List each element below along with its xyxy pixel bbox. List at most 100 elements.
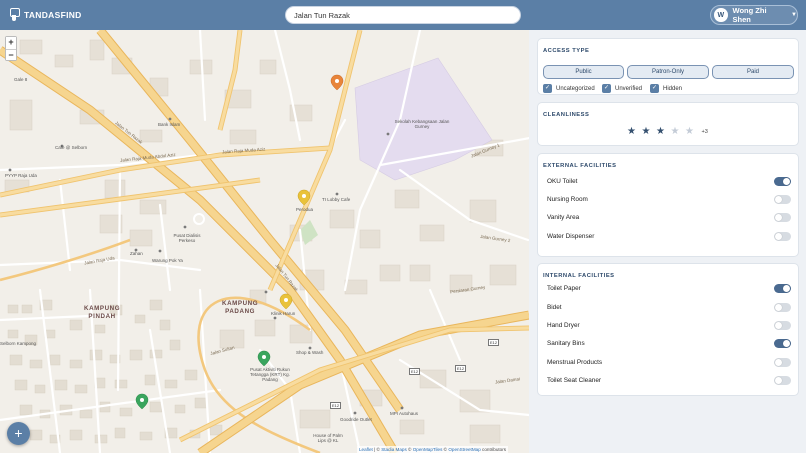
check-icon: ✓: [602, 84, 611, 93]
internal-facilities-title: INTERNAL FACILITIES: [543, 273, 615, 279]
external-facilities-card: EXTERNAL FACILITIES OKU Toilet Nursing R…: [537, 153, 799, 257]
poi-label: House of Palm Lips @ KL: [313, 433, 343, 443]
cleanliness-card: CLEANLINESS ★ ★ ★ ★ ★ +3: [537, 102, 799, 146]
poi-label: Perodua: [296, 207, 314, 212]
menstrual-products-toggle[interactable]: [774, 358, 791, 367]
zoom-in-button[interactable]: +: [6, 37, 16, 49]
check-icon: ✓: [650, 84, 659, 93]
highway-shield: E12: [488, 339, 500, 346]
poi-label: Bank Islam: [158, 122, 181, 127]
uncategorized-checkbox[interactable]: ✓ Uncategorized: [543, 84, 595, 93]
facility-row-hand-dryer: Hand Dryer: [547, 321, 791, 333]
facility-label: Vanity Area: [547, 214, 580, 221]
sanitary-bins-toggle[interactable]: [774, 339, 791, 348]
toilet-logo-icon: [9, 8, 20, 21]
facility-row-toilet-paper: Toilet Paper: [547, 284, 791, 296]
facility-row-toilet-seat-cleaner: Toilet Seat Cleaner: [547, 376, 791, 388]
facility-label: Sanitary Bins: [547, 340, 585, 347]
rating-suffix: +3: [701, 129, 708, 135]
poi-label: Klinik Harun: [271, 311, 296, 316]
highway-shield: E12: [409, 368, 421, 375]
bidet-toggle[interactable]: [774, 303, 791, 312]
water-dispenser-toggle[interactable]: [774, 232, 791, 241]
facility-label: OKU Toilet: [547, 178, 578, 185]
poi-label: Cafe @ Selborn: [55, 145, 88, 150]
cleanliness-rating: ★ ★ ★ ★ ★ +3: [627, 127, 708, 137]
facility-row-menstrual-products: Menstrual Products: [547, 358, 791, 370]
highway-shield: E12: [330, 402, 342, 409]
checkbox-label: Hidden: [663, 85, 683, 92]
stadia-link[interactable]: Stadia Maps: [381, 447, 407, 452]
app-header: TANDASFIND W Wong Zhi Shen ▼: [0, 0, 806, 30]
toilet-seat-cleaner-toggle[interactable]: [774, 376, 791, 385]
avatar: W: [714, 8, 728, 22]
map-tiles: [0, 30, 529, 453]
map-view[interactable]: KAMPUNG PINDAH KAMPUNG PADANG Jalan Tun Ra…: [0, 30, 529, 453]
area-label: KAMPUNG PADANG: [222, 300, 259, 315]
star-icon[interactable]: ★: [627, 127, 642, 137]
poi-label: Gale 8: [14, 77, 28, 82]
poi-label: Shop & Wash: [296, 350, 324, 355]
internal-facilities-card: INTERNAL FACILITIES Toilet Paper Bidet H…: [537, 263, 799, 396]
facility-label: Toilet Seat Cleaner: [547, 377, 601, 384]
poi-label: Goodride Outlet: [340, 417, 372, 422]
map-attribution: Leaflet | © Stadia Maps © OpenMapTiles ©…: [357, 446, 509, 453]
poi-label: Sekolah Kebangsaan Jalan Gurney: [394, 119, 450, 129]
hand-dryer-toggle[interactable]: [774, 321, 791, 330]
vanity-area-toggle[interactable]: [774, 213, 791, 222]
facility-label: Menstrual Products: [547, 359, 603, 366]
facility-row-vanity-area: Vanity Area: [547, 213, 791, 225]
external-facilities-title: EXTERNAL FACILITIES: [543, 163, 617, 169]
brand[interactable]: TANDASFIND: [9, 8, 82, 21]
leaflet-link[interactable]: Leaflet: [359, 447, 373, 452]
poi-label: TI Lobby Cafe: [322, 197, 351, 202]
facility-row-water-dispenser: Water Dispenser: [547, 232, 791, 244]
star-icon[interactable]: ★: [642, 127, 657, 137]
user-menu-button[interactable]: W Wong Zhi Shen ▼: [710, 5, 798, 25]
facility-label: Nursing Room: [547, 196, 588, 203]
cleanliness-title: CLEANLINESS: [543, 112, 590, 118]
checkbox-label: Unverified: [615, 85, 643, 92]
highway-shield: E12: [455, 365, 467, 372]
poi-label: Warung Pok Ya: [152, 258, 183, 263]
poi-label: Pusat Aktiviti Rukun Tetangga (KRT) Kg. …: [250, 367, 290, 382]
hidden-checkbox[interactable]: ✓ Hidden: [650, 84, 682, 93]
poi-label: Selborn Kampong: [0, 341, 37, 346]
facility-row-bidet: Bidet: [547, 303, 791, 315]
facility-row-nursing-room: Nursing Room: [547, 195, 791, 207]
unverified-checkbox[interactable]: ✓ Unverified: [602, 84, 642, 93]
user-name: Wong Zhi Shen: [732, 6, 767, 24]
facility-row-oku-toilet: OKU Toilet: [547, 177, 791, 189]
poi-label: Zahan: [130, 251, 143, 256]
facility-row-sanitary-bins: Sanitary Bins: [547, 339, 791, 351]
access-type-card: ACCESS TYPE Public Patron-Only Paid ✓ Un…: [537, 38, 799, 95]
brand-name: TANDASFIND: [24, 9, 82, 20]
poi-label: PYYP Raja Uda: [5, 173, 37, 178]
oku-toilet-toggle[interactable]: [774, 177, 791, 186]
star-icon[interactable]: ★: [671, 127, 686, 137]
openstreetmap-link[interactable]: OpenStreetMap: [448, 447, 480, 452]
star-icon[interactable]: ★: [656, 127, 671, 137]
facility-label: Water Dispenser: [547, 233, 595, 240]
access-type-title: ACCESS TYPE: [543, 48, 590, 54]
checkbox-label: Uncategorized: [556, 85, 595, 92]
chevron-down-icon: ▼: [791, 12, 797, 18]
area-label: KAMPUNG PINDAH: [84, 305, 121, 320]
toilet-paper-toggle[interactable]: [774, 284, 791, 293]
openmaptiles-link[interactable]: OpenMapTiles: [413, 447, 443, 452]
facility-label: Hand Dryer: [547, 322, 580, 329]
access-paid-button[interactable]: Paid: [712, 65, 794, 79]
zoom-control: + −: [5, 36, 17, 61]
poi-label: MPI Autohaus: [390, 411, 419, 416]
access-public-button[interactable]: Public: [543, 65, 624, 79]
add-toilet-button[interactable]: +: [7, 422, 30, 445]
check-icon: ✓: [543, 84, 552, 93]
star-icon[interactable]: ★: [685, 127, 700, 137]
poi-label: Pusat Dialisis Perkeso: [173, 233, 201, 243]
nursing-room-toggle[interactable]: [774, 195, 791, 204]
zoom-out-button[interactable]: −: [6, 48, 16, 60]
search-input[interactable]: [285, 6, 521, 24]
access-patron-only-button[interactable]: Patron-Only: [627, 65, 709, 79]
facility-label: Bidet: [547, 304, 562, 311]
facility-label: Toilet Paper: [547, 285, 581, 292]
